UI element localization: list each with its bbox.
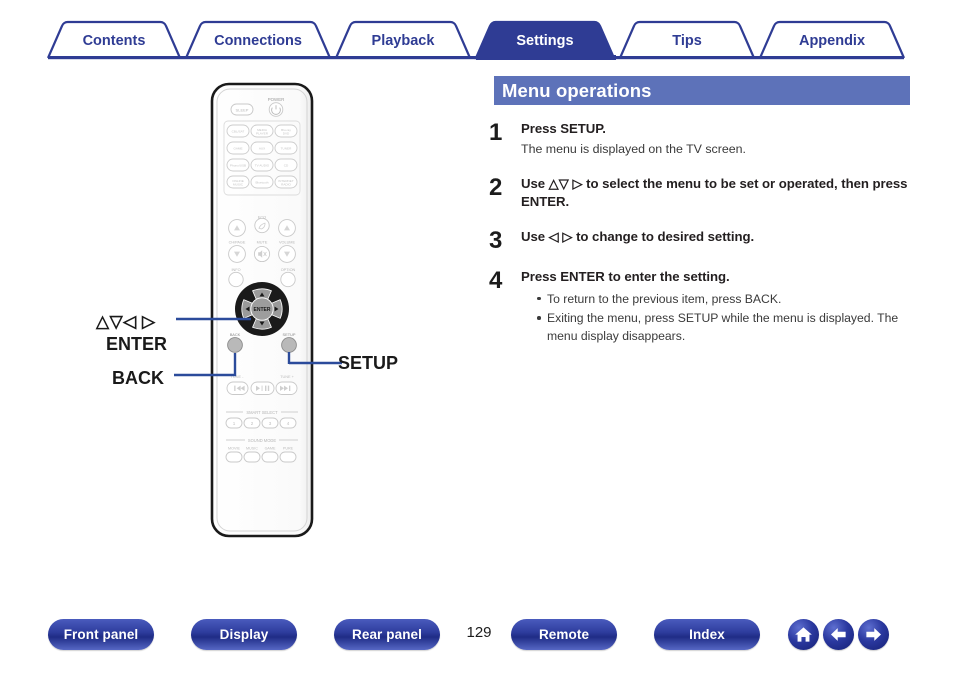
svg-text:1: 1	[233, 421, 236, 426]
nav-button-remote[interactable]: Remote	[511, 619, 617, 650]
page-title: Menu operations	[502, 79, 652, 101]
step-2: 2 Use △▽ ▷ to select the menu to be set …	[489, 175, 914, 211]
svg-text:MUTE: MUTE	[257, 241, 268, 245]
svg-text:MUSIC: MUSIC	[233, 183, 244, 187]
arrow-left-icon	[830, 628, 846, 641]
svg-text:SMART SELECT: SMART SELECT	[246, 410, 278, 415]
step-1: 1 Press SETUP. The menu is displayed on …	[489, 120, 914, 159]
cursor-dpad: ENTER	[235, 282, 289, 336]
svg-text:4: 4	[287, 421, 290, 426]
svg-text:ENTER: ENTER	[254, 307, 271, 313]
callout-cursor-arrows: △▽◁ ▷	[96, 312, 156, 331]
svg-text:GAME: GAME	[265, 447, 276, 451]
svg-text:Phono/USB: Phono/USB	[230, 164, 246, 168]
svg-text:INFO: INFO	[231, 268, 240, 272]
svg-text:SLEEP: SLEEP	[236, 108, 249, 113]
step-number: 4	[489, 266, 503, 294]
svg-text:BACK: BACK	[230, 332, 241, 337]
svg-text:TV AUDIO: TV AUDIO	[255, 164, 270, 168]
next-page-button[interactable]	[858, 619, 889, 650]
callout-setup: SETUP	[338, 353, 399, 373]
step-title: Press ENTER to enter the setting.	[521, 268, 730, 284]
svg-text:Bluetooth: Bluetooth	[255, 181, 268, 185]
sound-mode-music	[243, 451, 261, 463]
step-title: Use △▽ ▷ to select the menu to be set or…	[521, 176, 908, 210]
step-4: 4 Press ENTER to enter the setting. To r…	[489, 268, 914, 347]
svg-text:CH/PAGE: CH/PAGE	[229, 241, 246, 245]
svg-text:CD: CD	[284, 164, 289, 168]
tab-settings[interactable]: Settings	[476, 33, 614, 49]
nav-button-rear-panel[interactable]: Rear panel	[334, 619, 440, 650]
svg-text:MUSIC: MUSIC	[246, 447, 258, 451]
instruction-steps: 1 Press SETUP. The menu is displayed on …	[489, 120, 914, 347]
callout-enter: ENTER	[106, 334, 168, 354]
previous-page-button[interactable]	[823, 619, 854, 650]
svg-text:DVD: DVD	[283, 132, 290, 136]
svg-text:GAME: GAME	[233, 147, 242, 151]
info-button	[228, 271, 244, 288]
sound-mode-game	[261, 451, 279, 463]
bottom-navigation-bar: Front panel Display Rear panel 129 Remot…	[0, 612, 954, 667]
nav-button-front-panel[interactable]: Front panel	[48, 619, 154, 650]
svg-text:PURE: PURE	[283, 447, 294, 451]
nav-button-index[interactable]: Index	[654, 619, 760, 650]
page-number: 129	[466, 624, 492, 641]
sound-mode-movie	[225, 451, 243, 463]
list-item: To return to the previous item, press BA…	[537, 291, 914, 308]
tab-connections[interactable]: Connections	[186, 33, 330, 49]
step-title: Press SETUP.	[521, 121, 606, 136]
home-button[interactable]	[788, 619, 819, 650]
home-icon	[795, 627, 812, 642]
sound-mode-pure	[279, 451, 297, 463]
tab-bar-shapes	[46, 20, 906, 60]
svg-text:RADIO: RADIO	[281, 183, 291, 187]
tab-contents[interactable]: Contents	[48, 33, 180, 49]
back-button	[227, 337, 243, 353]
tab-appendix[interactable]: Appendix	[760, 33, 904, 49]
step-number: 3	[489, 226, 503, 254]
svg-text:2: 2	[251, 421, 254, 426]
svg-text:TUNER: TUNER	[281, 147, 292, 151]
svg-text:POWER: POWER	[268, 97, 285, 102]
callout-back: BACK	[112, 368, 164, 388]
svg-text:CBL/SAT: CBL/SAT	[232, 130, 245, 134]
step-number: 2	[489, 174, 503, 202]
top-tab-bar: Contents Connections Playback Settings T…	[0, 0, 954, 62]
svg-text:MOVIE: MOVIE	[228, 447, 240, 451]
step-title: Use ◁ ▷ to change to desired setting.	[521, 228, 755, 244]
step-number: 1	[489, 119, 503, 146]
eco-button	[254, 217, 270, 234]
svg-text:VOLUME: VOLUME	[279, 241, 296, 245]
step-description: The menu is displayed on the TV screen.	[521, 142, 746, 157]
svg-text:SOUND MODE: SOUND MODE	[248, 438, 276, 443]
step-notes-list: To return to the previous item, press BA…	[521, 291, 914, 345]
tab-playback[interactable]: Playback	[336, 33, 470, 49]
setup-button	[281, 337, 297, 353]
option-button	[280, 271, 296, 288]
svg-text:3: 3	[269, 421, 272, 426]
list-item: Exiting the menu, press SETUP while the …	[537, 310, 914, 345]
svg-text:OPTION: OPTION	[281, 268, 296, 272]
svg-text:PLAYER: PLAYER	[256, 132, 269, 136]
svg-text:SETUP: SETUP	[283, 332, 296, 337]
arrow-right-icon	[866, 628, 882, 641]
page-title-bar: Menu operations	[494, 76, 910, 105]
nav-button-display[interactable]: Display	[191, 619, 297, 650]
remote-control-illustration: POWER SLEEP CBL/SAT MEDIA PLAYER Blu-ray…	[80, 78, 480, 548]
tab-tips[interactable]: Tips	[620, 33, 754, 49]
step-3: 3 Use ◁ ▷ to change to desired setting.	[489, 228, 914, 253]
svg-text:TUNE +: TUNE +	[280, 375, 294, 379]
svg-text:AUX: AUX	[259, 147, 265, 151]
